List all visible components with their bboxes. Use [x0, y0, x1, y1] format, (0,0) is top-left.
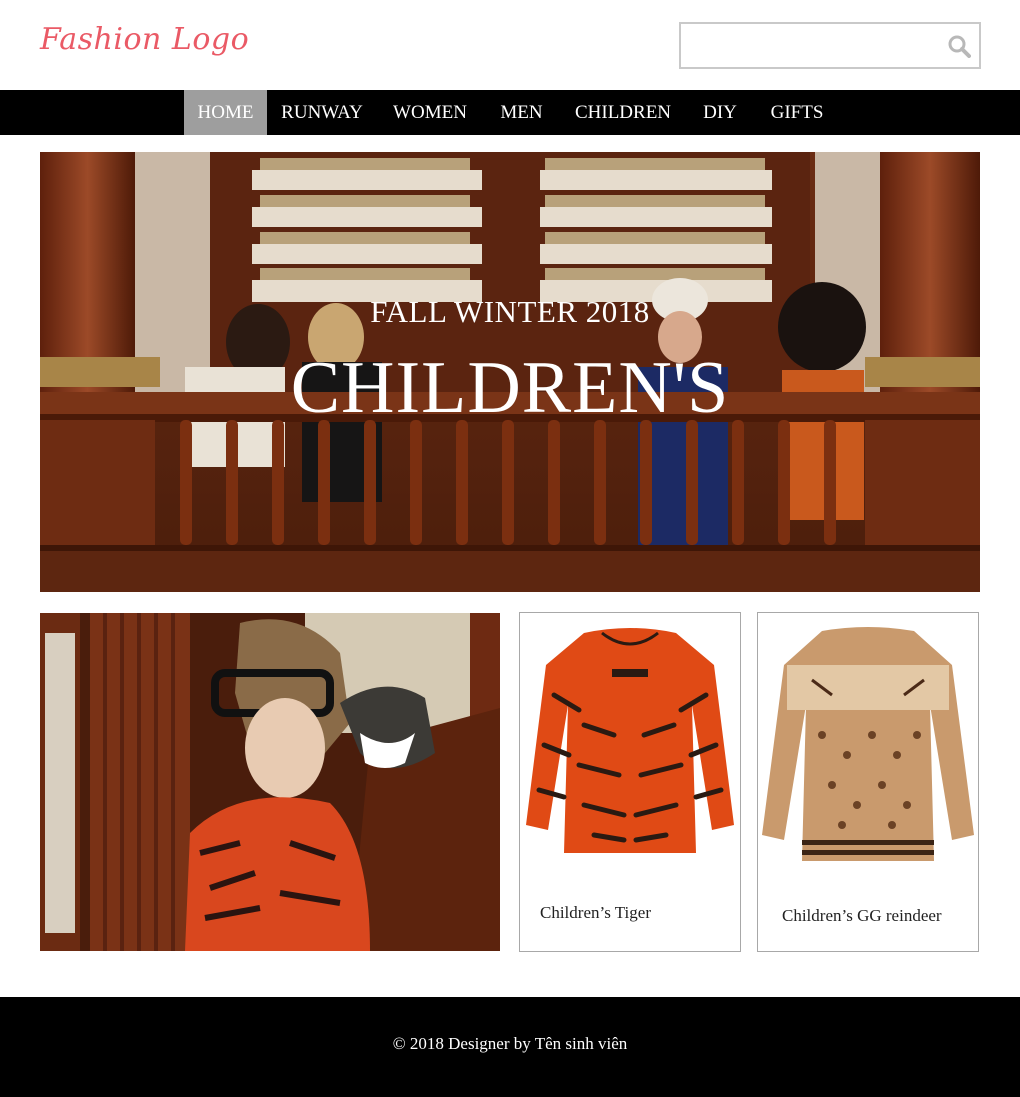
hero-subtitle: FALL WINTER 2018	[370, 294, 650, 329]
tiger-sweater-image	[526, 628, 734, 853]
search-box	[679, 22, 981, 69]
feature-photo	[40, 613, 500, 951]
nav-item-diy[interactable]: DIY	[686, 90, 754, 135]
search-icon[interactable]	[947, 34, 971, 58]
feature-image[interactable]	[40, 613, 500, 951]
nav-item-gifts[interactable]: GIFTS	[754, 90, 840, 135]
product-name-reindeer: Children’s GG reindeer	[782, 906, 942, 925]
site-footer: © 2018 Designer by Tên sinh viên	[0, 997, 1020, 1097]
product-card-tiger[interactable]: Children’s Tiger	[519, 612, 741, 952]
reindeer-sweater-image	[762, 627, 974, 861]
nav-item-runway[interactable]: RUNWAY	[267, 90, 377, 135]
hero-title: CHILDREN'S	[290, 347, 730, 429]
product-card-reindeer[interactable]: Children’s GG reindeer	[757, 612, 979, 952]
hero-banner[interactable]: FALL WINTER 2018 CHILDREN'S	[40, 152, 980, 592]
site-header: Fashion Logo	[0, 0, 1020, 90]
nav-item-children[interactable]: CHILDREN	[560, 90, 686, 135]
nav-item-men[interactable]: MEN	[483, 90, 560, 135]
nav-item-women[interactable]: WOMEN	[377, 90, 483, 135]
nav-item-home[interactable]: HOME	[184, 90, 267, 135]
footer-copyright: © 2018 Designer by Tên sinh viên	[392, 1034, 628, 1053]
main-nav: HOME RUNWAY WOMEN MEN CHILDREN DIY GIFTS	[0, 90, 1020, 135]
site-logo[interactable]: Fashion Logo	[40, 22, 249, 57]
product-name-tiger: Children’s Tiger	[540, 903, 651, 922]
search-input[interactable]	[681, 24, 936, 67]
